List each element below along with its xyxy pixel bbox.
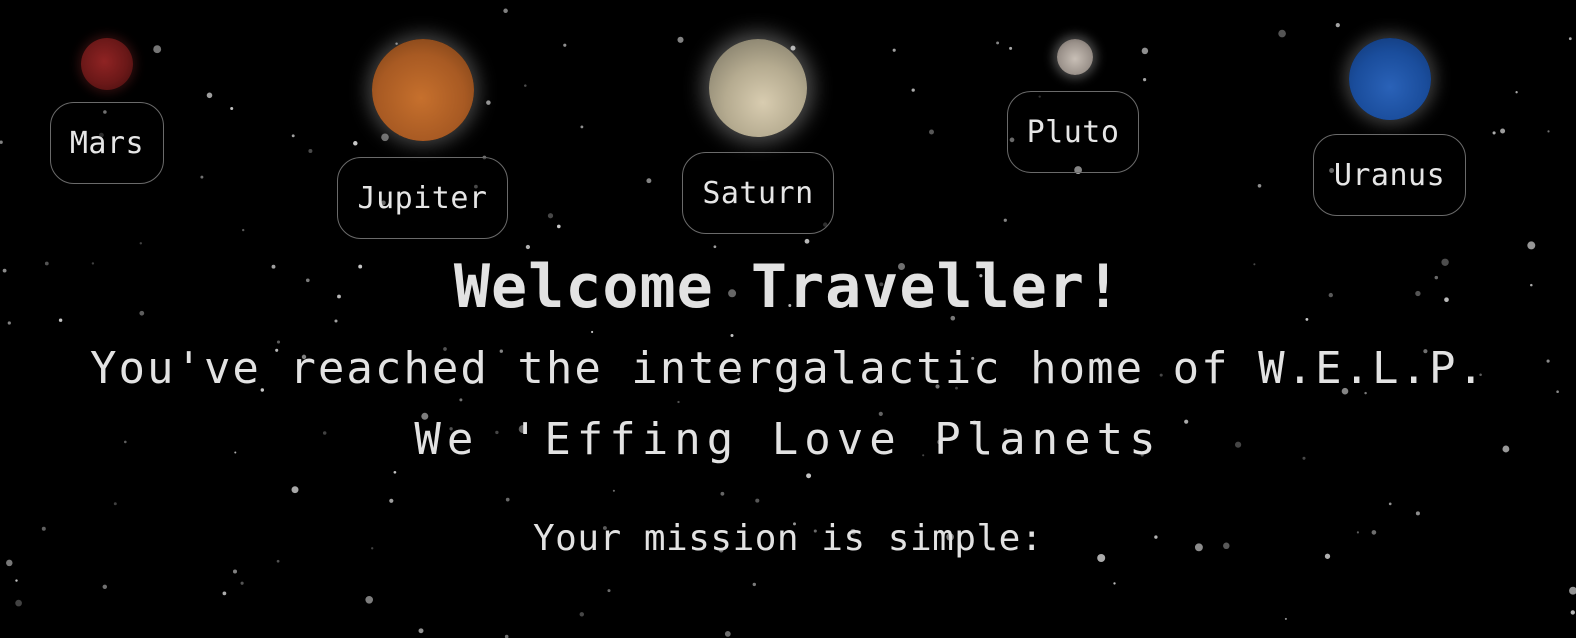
star (486, 100, 491, 105)
star (720, 491, 725, 496)
welcome-heading: Welcome Traveller! (453, 252, 1123, 322)
uranus-button[interactable]: Uranus (1313, 134, 1466, 216)
star (607, 589, 611, 593)
star (591, 330, 594, 334)
star (308, 149, 313, 153)
star (276, 559, 280, 563)
star (790, 45, 796, 51)
star (646, 178, 652, 184)
star (232, 569, 238, 574)
star (503, 8, 508, 14)
star (929, 129, 934, 135)
star (1492, 131, 1496, 135)
mars-planet-icon[interactable] (81, 38, 133, 90)
star (1284, 617, 1287, 620)
star (612, 489, 615, 492)
star (15, 579, 18, 582)
star (1141, 47, 1149, 55)
saturn-button[interactable]: Saturn (682, 152, 834, 234)
jupiter-button[interactable]: Jupiter (337, 157, 508, 239)
star (1142, 77, 1147, 82)
star (1278, 29, 1286, 38)
star (724, 631, 731, 637)
tagline-line-1: You've reached the intergalactic home of… (89, 343, 1487, 394)
star (547, 213, 554, 219)
star (393, 470, 397, 474)
star (1113, 582, 1116, 585)
star (677, 400, 680, 404)
star (752, 582, 756, 587)
star (153, 45, 162, 54)
star (381, 133, 389, 142)
star (222, 591, 227, 596)
star (1415, 511, 1420, 516)
star (579, 612, 585, 617)
star (113, 502, 117, 506)
star (713, 245, 717, 249)
star (1547, 130, 1550, 133)
star (1335, 22, 1340, 28)
star (0, 140, 3, 144)
star (102, 584, 108, 590)
star (139, 242, 143, 245)
star (206, 92, 213, 99)
mars-button[interactable]: Mars (50, 102, 164, 184)
star (1500, 128, 1506, 134)
mission-text: Your mission is simple: (533, 518, 1043, 559)
star (15, 599, 22, 607)
star (1388, 502, 1392, 506)
star (389, 498, 394, 503)
star (240, 581, 244, 585)
star (580, 125, 584, 129)
uranus-planet-icon[interactable] (1349, 38, 1431, 120)
star (353, 141, 358, 146)
star (911, 88, 915, 92)
star (200, 175, 204, 179)
jupiter-planet-icon[interactable] (372, 39, 474, 141)
star (1003, 218, 1007, 222)
star (1569, 586, 1576, 595)
star (1570, 610, 1576, 615)
star (1009, 46, 1013, 50)
star (563, 43, 567, 47)
tagline-line-2: We 'Effing Love Planets (414, 414, 1162, 465)
star (1257, 183, 1262, 188)
star (418, 628, 424, 634)
star (1515, 91, 1518, 94)
star (230, 106, 234, 111)
star (677, 36, 684, 43)
star (242, 228, 245, 232)
star (291, 134, 295, 138)
star (1568, 37, 1572, 41)
star (505, 497, 510, 502)
star (525, 244, 531, 250)
space-page: Mars Jupiter Saturn Pluto Uranus Welcome… (0, 0, 1576, 638)
star (6, 559, 13, 567)
star (556, 224, 561, 229)
star (365, 595, 374, 604)
star (804, 238, 810, 244)
star (1527, 241, 1536, 250)
star (524, 84, 527, 87)
star (291, 486, 299, 494)
star (459, 398, 463, 402)
saturn-planet-icon[interactable] (709, 39, 807, 137)
star (996, 41, 1000, 45)
pluto-button[interactable]: Pluto (1007, 91, 1139, 173)
pluto-planet-icon[interactable] (1057, 39, 1093, 75)
star (755, 498, 760, 503)
star (730, 333, 734, 338)
star (806, 473, 812, 479)
star (892, 48, 896, 52)
